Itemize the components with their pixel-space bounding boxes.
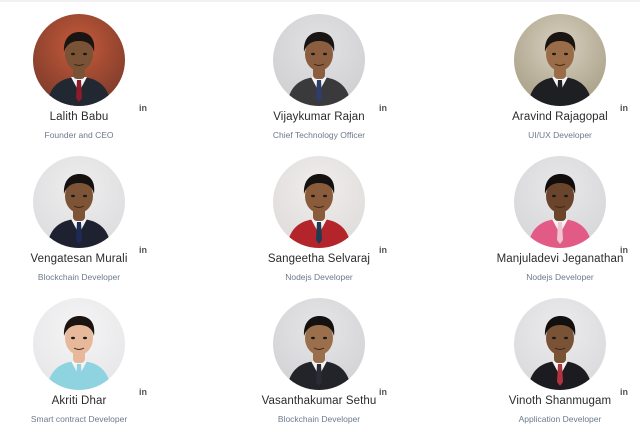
profile-photo-vasanthakumar-sethu xyxy=(273,298,365,390)
profile-photo-vijaykumar-rajan xyxy=(273,14,365,106)
linkedin-icon[interactable]: in xyxy=(139,387,147,397)
member-role: Smart contract Developer xyxy=(30,414,128,424)
profile-photo-aravind-rajagopal xyxy=(514,14,606,106)
team-member-card-lalith-babu: Lalith Babu Founder and CEO in xyxy=(0,14,179,154)
team-member-card-vengatesan-murali: Vengatesan Murali Blockchain Developer in xyxy=(0,156,179,296)
team-member-card-vasanthakumar-sethu: Vasanthakumar Sethu Blockchain Developer i… xyxy=(219,298,419,430)
profile-photo-manjuladevi-jeganathan xyxy=(514,156,606,248)
member-role: Application Developer xyxy=(518,414,602,424)
member-name: Manjuladevi Jeganathan xyxy=(496,253,624,265)
profile-photo-vengatesan-murali xyxy=(33,156,125,248)
member-name: Akriti Dhar xyxy=(51,395,107,407)
team-member-card-vijaykumar-rajan: Vijaykumar Rajan Chief Technology Officer… xyxy=(219,14,419,154)
team-member-card-manjuladevi-jeganathan: Manjuladevi Jeganathan Nodejs Developer in xyxy=(460,156,640,296)
member-name: Sangeetha Selvaraj xyxy=(267,253,371,265)
profile-photo-sangeetha-selvaraj xyxy=(273,156,365,248)
member-name: Aravind Rajagopal xyxy=(512,111,608,123)
team-member-card-vinoth-shanmugam: Vinoth Shanmugam Application Developer in xyxy=(460,298,640,430)
linkedin-icon[interactable]: in xyxy=(379,387,387,397)
profile-photo-lalith-babu xyxy=(33,14,125,106)
linkedin-icon[interactable]: in xyxy=(620,103,628,113)
profile-photo-akriti-dhar xyxy=(33,298,125,390)
member-role: Nodejs Developer xyxy=(285,272,353,282)
linkedin-icon[interactable]: in xyxy=(379,103,387,113)
member-name: Lalith Babu xyxy=(49,111,109,123)
member-role: Chief Technology Officer xyxy=(272,130,366,140)
member-name: Vasanthakumar Sethu xyxy=(261,395,377,407)
member-role: UI/UX Developer xyxy=(528,130,592,140)
team-member-card-akriti-dhar: Akriti Dhar Smart contract Developer in xyxy=(0,298,179,430)
member-name: Vinoth Shanmugam xyxy=(508,395,612,407)
team-member-card-aravind-rajagopal: Aravind Rajagopal UI/UX Developer in xyxy=(460,14,640,154)
linkedin-icon[interactable]: in xyxy=(620,245,628,255)
member-role: Nodejs Developer xyxy=(526,272,594,282)
linkedin-icon[interactable]: in xyxy=(620,387,628,397)
member-name: Vengatesan Murali xyxy=(30,253,128,265)
member-role: Founder and CEO xyxy=(44,130,114,140)
profile-photo-vinoth-shanmugam xyxy=(514,298,606,390)
member-role: Blockchain Developer xyxy=(277,414,361,424)
team-member-card-sangeetha-selvaraj: Sangeetha Selvaraj Nodejs Developer in xyxy=(219,156,419,296)
linkedin-icon[interactable]: in xyxy=(139,245,147,255)
linkedin-icon[interactable]: in xyxy=(379,245,387,255)
team-grid: Lalith Babu Founder and CEO in Vijaykumar R… xyxy=(0,0,640,430)
member-role: Blockchain Developer xyxy=(37,272,121,282)
linkedin-icon[interactable]: in xyxy=(139,103,147,113)
member-name: Vijaykumar Rajan xyxy=(273,111,365,123)
